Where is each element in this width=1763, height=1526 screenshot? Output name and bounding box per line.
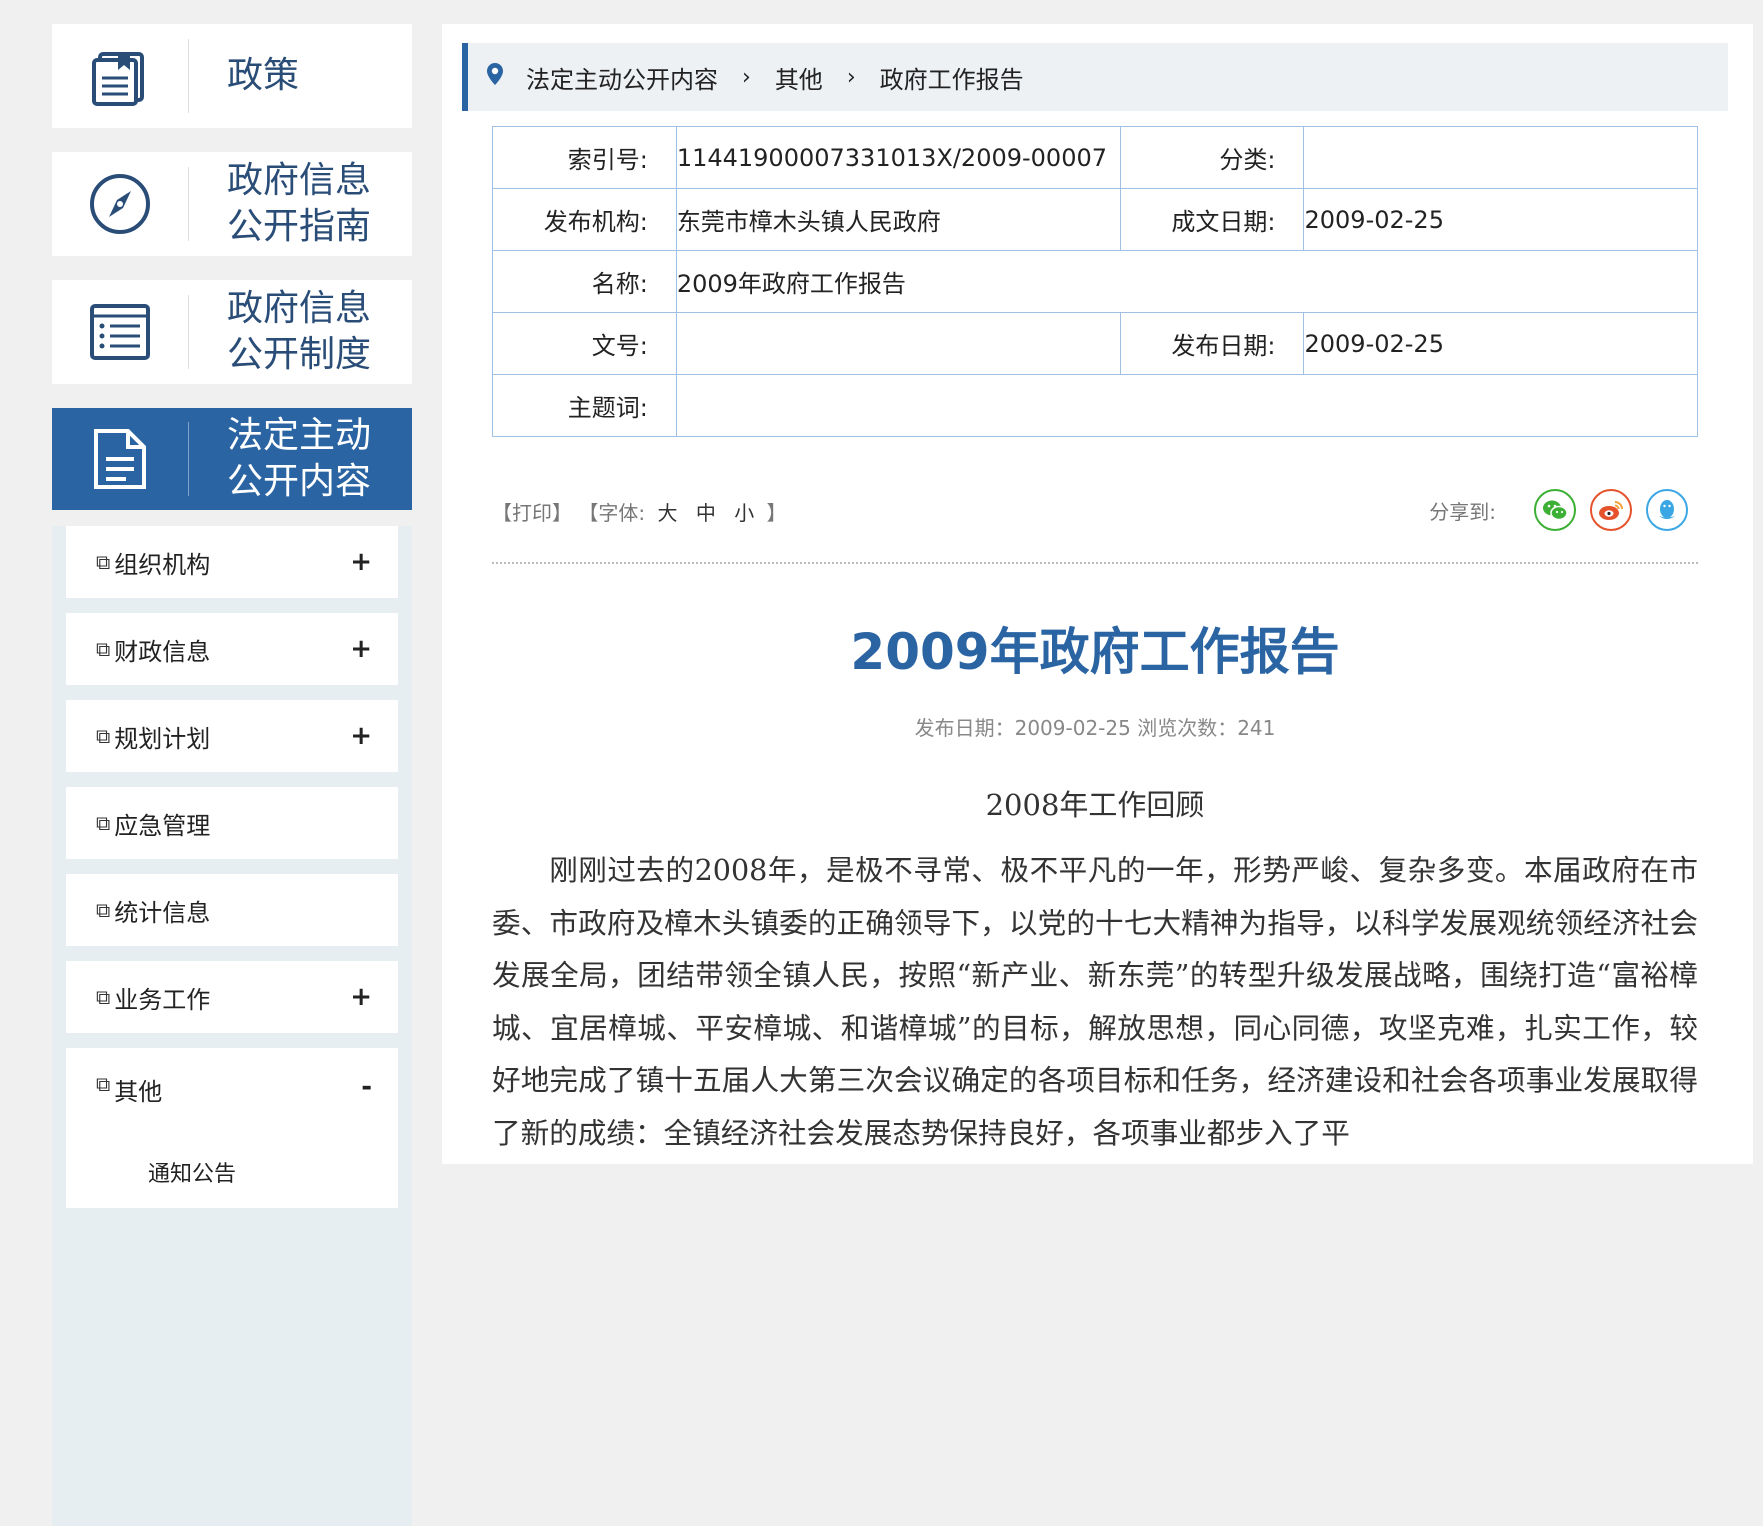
font-size-suffix: 】 [766,501,787,525]
publish-date-label: 发布日期: [1119,312,1305,375]
copy-icon: ⧉ [96,898,111,922]
sub-item-other[interactable]: ⧉ 其他 - 通知公告 [66,1048,398,1208]
article-info: 发布日期：2009-02-25 浏览次数：241 [914,716,1276,740]
table-row: 名称: 2009年政府工作报告 [492,250,1699,313]
print-and-font-controls: 【打印】 【字体: 大 中 小 】 [492,497,787,526]
chevron-right-icon: › [846,64,856,90]
sub-item-emergency[interactable]: ⧉ 应急管理 [66,787,398,859]
index-label: 索引号: [492,126,677,189]
nav-card-policy[interactable]: 政策 [52,24,412,128]
sub-item-label: 规划计划 [114,724,211,753]
sub-item-notice[interactable]: 通知公告 [96,1156,372,1188]
copy-icon: ⧉ [96,637,111,661]
sidebar: 政策 政府信息 公开指南 政府信息 公开制度 法定主动 公开内容 ⧉ 组织机构 … [52,24,412,1526]
subject-value [675,374,1699,437]
written-date-label: 成文日期: [1119,188,1305,251]
sub-item-label: 业务工作 [114,985,211,1014]
share-label: 分享到: [1429,499,1496,524]
list-icon [52,280,188,384]
expand-toggle[interactable]: + [350,982,372,1012]
article-body: 刚刚过去的2008年，是极不寻常、极不平凡的一年，形势严峻、复杂多变。本届政府在… [492,853,1698,1150]
document-icon [52,408,188,510]
book-icon [52,24,188,128]
weibo-share-icon[interactable] [1590,489,1632,531]
collapse-toggle[interactable]: - [361,1072,372,1102]
publisher-value: 东莞市樟木头镇人民政府 [675,188,1121,251]
table-row: 发布机构: 东莞市樟木头镇人民政府 成文日期: 2009-02-25 [492,188,1698,251]
nav-card-label: 法定主动 公开内容 [227,415,372,502]
expand-toggle[interactable]: + [350,547,372,577]
sub-item-organization[interactable]: ⧉ 组织机构 + [66,526,398,598]
sub-navigation: ⧉ 组织机构 + ⧉ 财政信息 + ⧉ 规划计划 + ⧉ 应急管理 ⧉ 统计信息… [52,526,412,1526]
chevron-right-icon: › [742,64,751,90]
sub-item-statistics[interactable]: ⧉ 统计信息 [66,874,398,946]
category-label: 分类: [1119,126,1305,189]
copy-icon: ⧉ [96,550,111,574]
table-row: 文号: 发布日期: 2009-02-25 [492,312,1698,375]
article-toolbar: 【打印】 【字体: 大 中 小 】 分享到: [492,489,1698,531]
nav-card-label: 政府信息 公开制度 [227,288,372,375]
copy-icon: ⧉ [96,1072,111,1096]
nav-card-disclosure[interactable]: 法定主动 公开内容 [52,408,412,510]
nav-card-label: 政府信息 公开指南 [227,160,372,247]
main-content: 法定主动公开内容 › 其他 › 政府工作报告 索引号: 114419000073… [442,24,1753,1164]
sub-item-business[interactable]: ⧉ 业务工作 + [66,961,398,1033]
copy-icon: ⧉ [96,985,111,1009]
breadcrumb-link-other[interactable]: 其他 [775,60,823,95]
index-value: 11441900007331013X/2009-00007 [675,126,1121,189]
sub-item-label: 组织机构 [114,550,211,579]
sub-item-planning[interactable]: ⧉ 规划计划 + [66,700,398,772]
breadcrumb: 法定主动公开内容 › 其他 › 政府工作报告 [462,43,1728,111]
nav-card-guide[interactable]: 政府信息 公开指南 [52,152,412,256]
copy-icon: ⧉ [96,724,111,748]
breadcrumb-current: 政府工作报告 [879,65,1024,94]
nav-card-label: 政策 [227,55,300,96]
font-large-button[interactable]: 大 [657,501,677,525]
publish-date-value: 2009-02-25 [1303,312,1698,375]
copy-icon: ⧉ [96,811,111,835]
sub-item-label: 统计信息 [114,898,211,927]
doc-number-label: 文号: [492,312,677,375]
table-row: 主题词: [492,374,1699,437]
expand-toggle[interactable]: + [350,721,372,751]
font-size-prefix: 【字体: [578,501,646,525]
share-bar: 分享到: [1429,489,1688,531]
name-label: 名称: [492,250,677,313]
compass-icon [52,152,188,256]
print-button[interactable]: 【打印】 [492,501,572,525]
wechat-share-icon[interactable] [1534,489,1576,531]
sub-item-label: 其他 [114,1078,163,1106]
font-small-button[interactable]: 小 [734,501,754,525]
location-pin-icon [486,62,504,92]
dotted-divider [492,562,1698,564]
font-medium-button[interactable]: 中 [696,501,716,525]
written-date-value: 2009-02-25 [1303,188,1698,251]
table-row: 索引号: 11441900007331013X/2009-00007 分类: [492,126,1698,189]
name-value: 2009年政府工作报告 [675,250,1699,313]
sub-item-label: 财政信息 [114,637,211,666]
sub-item-finance[interactable]: ⧉ 财政信息 + [66,613,398,685]
subject-label: 主题词: [492,374,677,437]
doc-number-value [675,312,1121,375]
qq-share-icon[interactable] [1646,489,1688,531]
expand-toggle[interactable]: + [350,634,372,664]
breadcrumb-link-disclosure[interactable]: 法定主动公开内容 [526,60,718,95]
section-heading: 2008年工作回顾 [985,788,1205,822]
publisher-label: 发布机构: [492,188,677,251]
metadata-table: 索引号: 11441900007331013X/2009-00007 分类: 发… [492,126,1699,437]
category-value [1303,126,1698,189]
nav-card-system[interactable]: 政府信息 公开制度 [52,280,412,384]
sub-item-label: 应急管理 [114,811,211,840]
article-title: 2009年政府工作报告 [850,623,1340,681]
